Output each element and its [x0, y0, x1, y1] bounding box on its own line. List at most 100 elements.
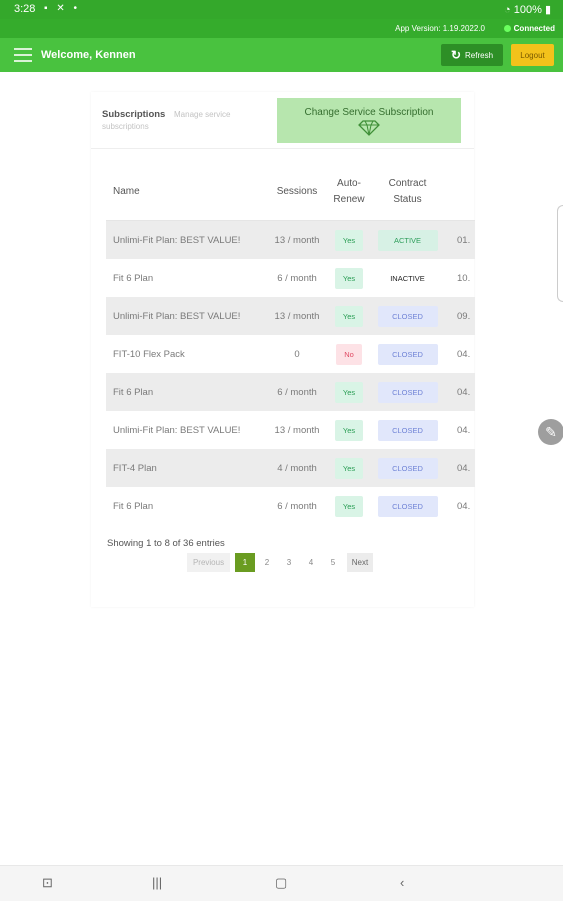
- auto-renew-cell: Yes: [328, 373, 370, 411]
- auto-renew-badge: Yes: [334, 457, 364, 479]
- sessions-cell: 4 / month: [266, 449, 328, 487]
- page-1-button[interactable]: 1: [235, 553, 255, 572]
- subscription-name: FIT-10 Flex Pack: [113, 348, 185, 360]
- auto-renew-cell: No: [328, 335, 370, 373]
- column-contract-status[interactable]: Contract Status: [370, 163, 445, 221]
- auto-renew-badge: Yes: [334, 419, 364, 441]
- page-5-button[interactable]: 5: [323, 553, 343, 572]
- contract-status-cell: CLOSED: [370, 487, 445, 525]
- system-nav-bar: ⊡ ||| ▢ ‹: [0, 865, 563, 901]
- column-sessions[interactable]: Sessions: [266, 163, 328, 221]
- sessions-cell: 13 / month: [266, 297, 328, 335]
- refresh-label: Refresh: [465, 50, 494, 60]
- wifi-icon: ◔: [504, 4, 511, 16]
- date-cell: 04.: [457, 424, 471, 436]
- connection-label: Connected: [513, 24, 555, 33]
- back-icon[interactable]: ‹: [400, 875, 404, 890]
- sessions-cell: 6 / month: [277, 272, 317, 284]
- subscription-name: Fit 6 Plan: [113, 500, 154, 512]
- status-badge: ACTIVE: [377, 229, 438, 251]
- date-cell: 01.: [445, 220, 475, 259]
- subscriptions-table: Name Sessions Auto- Renew Contract Status …: [106, 163, 475, 525]
- subscription-name: Fit 6 Plan: [106, 373, 266, 411]
- page-3-button[interactable]: 3: [279, 553, 299, 572]
- table-row[interactable]: Fit 6 Plan 6 / month Yes CLOSED 04.: [106, 373, 475, 411]
- contract-status-cell: CLOSED: [370, 335, 445, 373]
- card-title: Subscriptions: [102, 109, 166, 120]
- auto-renew-badge: Yes: [334, 305, 364, 327]
- auto-renew-badge: Yes: [334, 267, 364, 289]
- subscription-name: Unlimi-Fit Plan: BEST VALUE!: [113, 424, 241, 436]
- column-name[interactable]: Name: [106, 163, 266, 221]
- battery-level: 100%: [513, 4, 542, 16]
- contract-line2: Status: [393, 193, 422, 205]
- entries-info: Showing 1 to 8 of 36 entries: [107, 538, 225, 549]
- date-cell: 09.: [445, 297, 475, 335]
- contract-status-cell: CLOSED: [370, 449, 445, 487]
- auto-renew-cell: Yes: [328, 297, 370, 335]
- previous-page-button[interactable]: Previous: [187, 553, 230, 572]
- home-icon[interactable]: ▢: [275, 875, 287, 891]
- status-right: ◔ 100% ▮: [504, 3, 551, 16]
- auto-renew-line2: Renew: [333, 193, 365, 205]
- logout-button[interactable]: Logout: [511, 44, 554, 66]
- notification-icons: ▪ ✕ •: [44, 3, 80, 14]
- contract-status-cell: ACTIVE: [370, 220, 445, 259]
- sessions-cell: 6 / month: [277, 500, 317, 512]
- app-version: App Version: 1.19.2022.0: [395, 24, 485, 33]
- version-bar: App Version: 1.19.2022.0 Connected: [0, 19, 563, 38]
- auto-renew-cell: Yes: [328, 411, 370, 449]
- status-badge: CLOSED: [377, 305, 438, 327]
- next-page-button[interactable]: Next: [347, 553, 373, 572]
- auto-renew-line1: Auto-: [337, 177, 361, 189]
- contract-line1: Contract: [388, 177, 427, 189]
- card-divider: [91, 148, 474, 149]
- sessions-cell: 0: [294, 348, 300, 360]
- auto-renew-badge: Yes: [334, 229, 364, 251]
- auto-renew-cell: Yes: [328, 220, 370, 259]
- change-subscription-button[interactable]: Change Service Subscription: [277, 98, 461, 143]
- sessions-cell: 13 / month: [274, 424, 320, 436]
- connected-dot-icon: [503, 25, 511, 32]
- status-bar: 3:28 ▪ ✕ • ◔ 100% ▮: [0, 0, 563, 19]
- auto-renew-badge: Yes: [334, 381, 364, 403]
- edge-panel-handle[interactable]: [557, 205, 563, 302]
- table-row[interactable]: Fit 6 Plan 6 / month Yes CLOSED 04.: [106, 487, 475, 525]
- table-header-row: Name Sessions Auto- Renew Contract Status: [106, 163, 475, 221]
- date-cell: 04.: [445, 373, 475, 411]
- diamond-icon: [358, 120, 380, 136]
- contract-status-cell: INACTIVE: [370, 259, 445, 297]
- refresh-button[interactable]: ↻ Refresh: [441, 44, 503, 66]
- page-4-button[interactable]: 4: [301, 553, 321, 572]
- status-badge: CLOSED: [377, 419, 438, 441]
- welcome-text: Welcome, Kennen: [41, 49, 136, 61]
- screenshot-icon[interactable]: ⊡: [42, 875, 53, 891]
- table-row[interactable]: Fit 6 Plan 6 / month Yes INACTIVE 10.: [106, 259, 475, 297]
- table-row[interactable]: FIT-10 Flex Pack 0 No CLOSED 04.: [106, 335, 475, 373]
- subscription-name: Unlimi-Fit Plan: BEST VALUE!: [106, 297, 266, 335]
- status-badge: CLOSED: [377, 381, 438, 403]
- status-badge: CLOSED: [377, 495, 438, 517]
- auto-renew-cell: Yes: [328, 259, 370, 297]
- table-row[interactable]: Unlimi-Fit Plan: BEST VALUE! 13 / month Ye…: [106, 411, 475, 449]
- table-row[interactable]: Unlimi-Fit Plan: BEST VALUE! 13 / month Ye…: [106, 297, 475, 335]
- contract-status-cell: CLOSED: [370, 373, 445, 411]
- recent-apps-icon[interactable]: |||: [152, 875, 162, 890]
- auto-renew-cell: Yes: [328, 449, 370, 487]
- subscription-name: Fit 6 Plan: [113, 272, 154, 284]
- status-badge: INACTIVE: [390, 273, 425, 283]
- column-date[interactable]: [445, 163, 475, 221]
- table-row[interactable]: FIT-4 Plan 4 / month Yes CLOSED 04.: [106, 449, 475, 487]
- hamburger-icon[interactable]: [14, 48, 32, 62]
- pencil-icon[interactable]: ✎: [538, 419, 563, 445]
- date-cell: 10.: [457, 272, 471, 284]
- page-2-button[interactable]: 2: [257, 553, 277, 572]
- refresh-icon: ↻: [450, 48, 462, 62]
- status-badge: CLOSED: [377, 457, 438, 479]
- auto-renew-badge: Yes: [334, 495, 364, 517]
- column-auto-renew[interactable]: Auto- Renew: [328, 163, 370, 221]
- status-time: 3:28: [14, 3, 36, 15]
- date-cell: 04.: [457, 348, 471, 360]
- battery-icon: ▮: [544, 4, 551, 16]
- table-row[interactable]: Unlimi-Fit Plan: BEST VALUE! 13 / month Ye…: [106, 220, 475, 259]
